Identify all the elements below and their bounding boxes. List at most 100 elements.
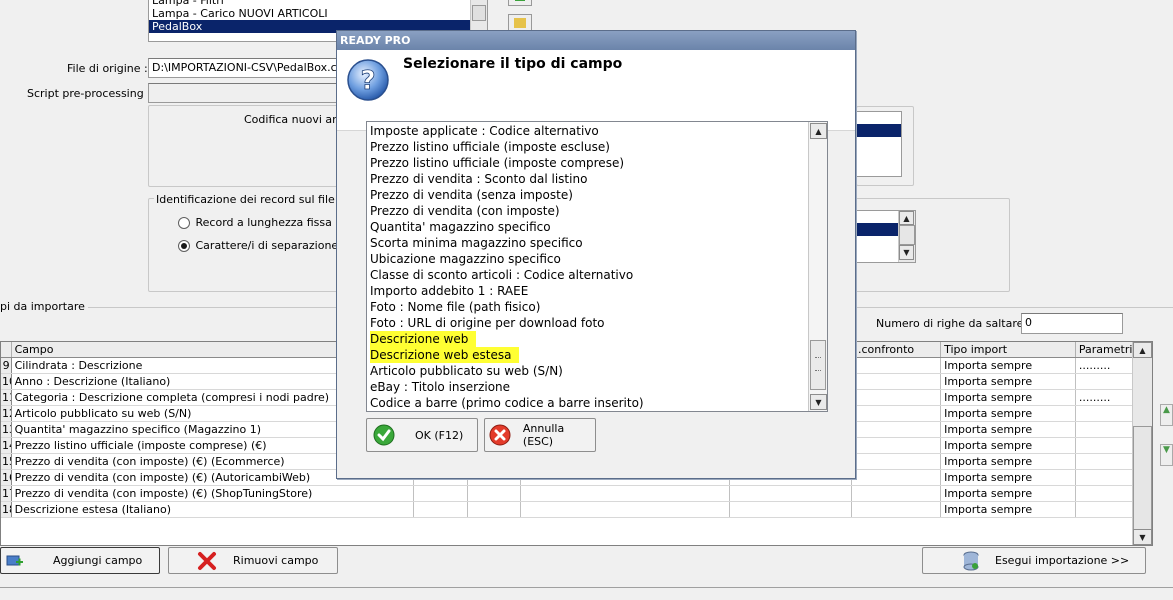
field-type-list[interactable]: Imposte applicate : Codice alternativo Pr… [366, 121, 828, 412]
cell-confronto[interactable] [851, 405, 942, 422]
field-type-scroll-up[interactable]: ▲ [810, 123, 827, 139]
script-input[interactable] [148, 83, 338, 103]
cancel-button[interactable]: Annulla (ESC) [484, 418, 596, 452]
grid-scroll-down[interactable]: ▼ [1133, 529, 1152, 545]
separator-list-scrollbar[interactable]: ▲ ▼ [898, 211, 915, 262]
cell-col3[interactable] [413, 501, 468, 518]
source-file-input[interactable]: D:\IMPORTAZIONI-CSV\PedalBox.csv [148, 58, 338, 78]
cell-col6[interactable] [729, 485, 852, 502]
grid-header-confronto[interactable]: l.confronto [851, 342, 942, 358]
cell-confronto[interactable] [851, 453, 942, 470]
row-index[interactable]: 12 [1, 405, 12, 422]
radio-separator[interactable]: Carattere/i di separazione [178, 239, 338, 252]
cell-col5[interactable] [520, 485, 731, 502]
ok-button[interactable]: OK (F12) [366, 418, 478, 452]
row-index[interactable]: 11 [1, 389, 12, 406]
cell-campo[interactable]: Prezzo di vendita (con imposte) (€) (Sho… [11, 485, 415, 502]
field-type-item[interactable]: Prezzo di vendita (senza imposte) [367, 187, 808, 203]
source-file-label: File di origine : [67, 62, 148, 75]
field-type-item[interactable]: Scorta minima magazzino specifico [367, 235, 808, 251]
field-type-item[interactable]: eBay : Titolo inserzione [367, 379, 808, 395]
field-type-item[interactable]: Classe di sconto articoli : Codice alter… [367, 267, 808, 283]
separator-list[interactable]: ▲ ▼ [856, 210, 916, 263]
separator-list-selected-row[interactable] [857, 223, 899, 236]
cell-tipo-import[interactable]: Importa sempre [940, 421, 1076, 438]
profile-list-scroll-thumb[interactable] [472, 5, 486, 21]
radio-fixed-length[interactable]: Record a lunghezza fissa [178, 216, 332, 229]
field-type-item[interactable]: Importo addebito 1 : RAEE [367, 283, 808, 299]
cell-tipo-import[interactable]: Importa sempre [940, 485, 1076, 502]
right-list-selected-row[interactable] [857, 124, 901, 137]
profile-list-item[interactable]: Lampa - Filtri [149, 0, 471, 7]
cell-campo[interactable]: Descrizione estesa (Italiano) [11, 501, 415, 518]
cell-col3[interactable] [413, 485, 468, 502]
field-type-item[interactable]: Prezzo di vendita : Sconto dal listino [367, 171, 808, 187]
table-row[interactable]: 17Prezzo di vendita (con imposte) (€) (S… [1, 485, 1152, 502]
field-type-item[interactable]: Ubicazione magazzino specifico [367, 251, 808, 267]
separator-scroll-up[interactable]: ▲ [899, 211, 914, 225]
separator-scroll-down[interactable]: ▼ [899, 245, 914, 260]
cell-tipo-import[interactable]: Importa sempre [940, 469, 1076, 486]
cell-confronto[interactable] [851, 485, 942, 502]
field-type-item[interactable]: Articolo pubblicato su web (S/N) [367, 363, 808, 379]
move-up-button[interactable]: ▲ [1160, 404, 1173, 426]
field-type-scroll-thumb[interactable] [810, 340, 826, 390]
grid-scroll-up[interactable]: ▲ [1133, 342, 1152, 358]
cell-confronto[interactable] [851, 469, 942, 486]
remove-field-button[interactable]: Rimuovi campo [168, 547, 338, 574]
field-type-item[interactable]: Prezzo listino ufficiale (imposte esclus… [367, 139, 808, 155]
field-type-item[interactable]: Imposte applicate : Codice alternativo [367, 123, 808, 139]
cell-confronto[interactable] [851, 389, 942, 406]
profile-list-item[interactable]: Lampa - Carico NUOVI ARTICOLI [149, 7, 471, 20]
field-type-list-scrollbar[interactable]: ▲ ▼ [808, 122, 827, 411]
skip-rows-input[interactable]: 0 [1021, 313, 1123, 334]
field-type-scroll-down[interactable]: ▼ [810, 394, 827, 410]
add-profile-button[interactable] [508, 0, 532, 6]
grid-header-tipo-import[interactable]: Tipo import [940, 342, 1076, 358]
radio-fixed-indicator[interactable] [178, 217, 190, 229]
cell-confronto[interactable] [851, 421, 942, 438]
field-type-item[interactable]: Prezzo di vendita (con imposte) [367, 203, 808, 219]
grid-scrollbar[interactable]: ▲ ▼ [1132, 342, 1152, 545]
separator-scroll-thumb[interactable] [899, 225, 915, 245]
radio-separator-indicator[interactable] [178, 240, 190, 252]
row-index[interactable]: 10 [1, 373, 12, 390]
field-type-item[interactable]: Descrizione web [367, 331, 808, 347]
cell-confronto[interactable] [851, 357, 942, 374]
cell-col4[interactable] [467, 485, 522, 502]
row-index[interactable]: 17 [1, 485, 12, 502]
add-field-button[interactable]: Aggiungi campo [0, 547, 160, 574]
cell-tipo-import[interactable]: Importa sempre [940, 373, 1076, 390]
cell-tipo-import[interactable]: Importa sempre [940, 357, 1076, 374]
move-down-button[interactable]: ▼ [1160, 444, 1173, 466]
field-type-item[interactable]: Quantita' magazzino specifico [367, 219, 808, 235]
table-row[interactable]: 18Descrizione estesa (Italiano) Importa s… [1, 501, 1152, 518]
field-type-item[interactable]: Codice a barre (primo codice a barre ins… [367, 395, 808, 411]
field-type-item-label: Foto : Nome file (path fisico) [370, 300, 541, 314]
cell-tipo-import[interactable]: Importa sempre [940, 453, 1076, 470]
cell-tipo-import[interactable]: Importa sempre [940, 405, 1076, 422]
field-type-item[interactable]: Prezzo listino ufficiale (imposte compre… [367, 155, 808, 171]
grid-scroll-thumb[interactable] [1133, 426, 1152, 541]
row-index[interactable]: 18 [1, 501, 12, 518]
cell-confronto[interactable] [851, 373, 942, 390]
cell-col4[interactable] [467, 501, 522, 518]
row-index[interactable]: 9 [1, 357, 12, 374]
field-type-item[interactable]: Descrizione web estesa [367, 347, 808, 363]
cell-tipo-import[interactable]: Importa sempre [940, 501, 1076, 518]
right-list[interactable] [856, 111, 902, 177]
cell-tipo-import[interactable]: Importa sempre [940, 437, 1076, 454]
cell-col6[interactable] [729, 501, 852, 518]
add-field-icon [1, 553, 29, 569]
row-index[interactable]: 15 [1, 453, 12, 470]
cell-confronto[interactable] [851, 437, 942, 454]
row-index[interactable]: 16 [1, 469, 12, 486]
row-index[interactable]: 14 [1, 437, 12, 454]
cell-confronto[interactable] [851, 501, 942, 518]
row-index[interactable]: 13 [1, 421, 12, 438]
run-import-button[interactable]: Esegui importazione >> [922, 547, 1146, 574]
field-type-item[interactable]: Foto : Nome file (path fisico) [367, 299, 808, 315]
field-type-item[interactable]: Foto : URL di origine per download foto [367, 315, 808, 331]
cell-tipo-import[interactable]: Importa sempre [940, 389, 1076, 406]
cell-col5[interactable] [520, 501, 731, 518]
